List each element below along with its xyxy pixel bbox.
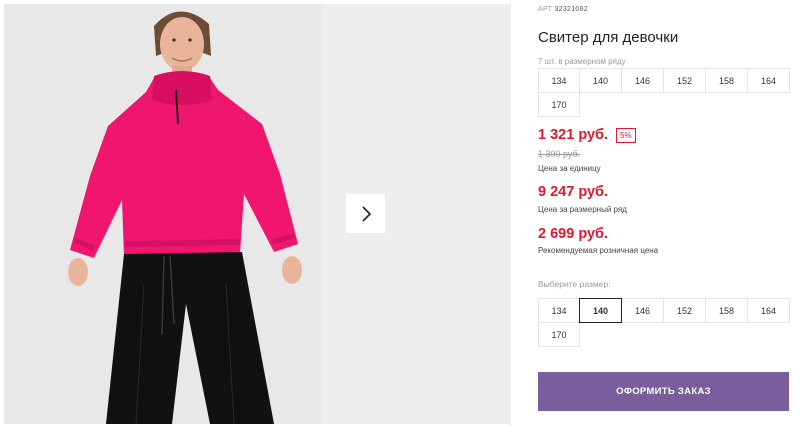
size-option[interactable]: 158 — [705, 298, 748, 323]
size-option[interactable]: 134 — [538, 298, 580, 323]
pack-size-cell: 164 — [747, 68, 790, 93]
unit-price: 1 321 руб. — [538, 127, 609, 143]
size-option[interactable]: 152 — [663, 298, 706, 323]
pack-size-grid: 134 140 146 152 158 164 170 — [538, 68, 790, 117]
product-photo-illustration — [4, 4, 322, 424]
retail-price-caption: Рекомендуемая розничная цена — [538, 246, 659, 255]
discount-badge: 5% — [616, 127, 636, 143]
pack-price: 9 247 руб. — [538, 184, 609, 200]
place-order-button[interactable]: ОФОРМИТЬ ЗАКАЗ — [538, 372, 789, 411]
size-option[interactable]: 164 — [747, 298, 790, 323]
product-gallery — [0, 0, 510, 426]
sku-number: 32321082 — [554, 6, 588, 13]
sku: АРТ 32321082 — [538, 6, 588, 13]
size-option[interactable]: 146 — [621, 298, 664, 323]
unit-price-caption: Цена за единицу — [538, 164, 601, 173]
size-option-selected[interactable]: 140 — [579, 298, 622, 323]
product-photo[interactable] — [4, 4, 322, 424]
retail-price: 2 699 руб. — [538, 226, 609, 242]
size-selector-grid: 134 140 146 152 158 164 170 — [538, 298, 790, 347]
panel-divider — [510, 0, 511, 426]
size-selector-label: Выберите размер: — [538, 279, 611, 289]
size-option[interactable]: 170 — [538, 322, 580, 347]
unit-price-row: 1 321 руб. 5% — [538, 127, 636, 143]
pack-size-cell: 158 — [705, 68, 748, 93]
pack-size-cell: 140 — [579, 68, 622, 93]
product-title: Свитер для девочки — [538, 29, 679, 46]
chevron-right-icon — [361, 205, 371, 222]
pack-price-caption: Цена за размерный ряд — [538, 205, 627, 214]
pack-size-cell: 152 — [663, 68, 706, 93]
sku-prefix: АРТ — [538, 6, 553, 13]
pack-size-cell: 170 — [538, 92, 580, 117]
gallery-next-button[interactable] — [346, 194, 385, 233]
pack-label: 7 шт. в размерном ряду — [538, 57, 626, 66]
pack-size-cell: 134 — [538, 68, 580, 93]
pack-size-cell: 146 — [621, 68, 664, 93]
old-price: 1 390 руб. — [538, 149, 581, 159]
